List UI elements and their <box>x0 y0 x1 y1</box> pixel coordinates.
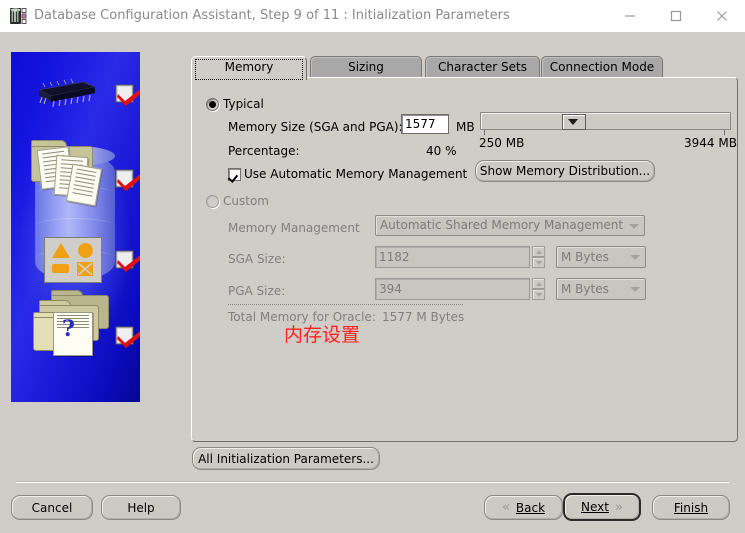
chevron-down-icon <box>629 223 639 229</box>
sga-stepper-up[interactable] <box>532 246 545 257</box>
sga-size-unit-select[interactable]: M Bytes <box>556 246 646 268</box>
total-memory-value: 1577 M Bytes <box>382 310 465 324</box>
all-initialization-parameters-label: All Initialization Parameters... <box>198 451 374 466</box>
pga-stepper-down[interactable] <box>532 289 545 300</box>
sga-size-stepper[interactable] <box>532 246 545 268</box>
step-checkmark-icon <box>115 324 140 348</box>
memory-management-label: Memory Management <box>228 221 360 235</box>
tab-character-sets[interactable]: Character Sets <box>425 56 540 79</box>
sga-size-unit-value: M Bytes <box>561 250 609 264</box>
tab-sizing-label: Sizing <box>348 60 384 74</box>
memory-size-unit-label: MB <box>456 120 475 134</box>
app-icon <box>9 7 27 25</box>
sga-size-input[interactable]: 1182 <box>375 246 530 268</box>
typical-label: Typical <box>223 97 264 111</box>
pga-size-stepper[interactable] <box>532 278 545 300</box>
percentage-label: Percentage: <box>228 144 300 158</box>
pga-size-label: PGA Size: <box>228 284 286 298</box>
memory-size-input[interactable]: 1577 <box>401 114 449 134</box>
total-memory-label: Total Memory for Oracle: <box>228 310 376 324</box>
finish-label: Finish <box>674 501 708 515</box>
tab-memory[interactable]: Memory <box>191 56 307 80</box>
footer-divider <box>16 481 729 483</box>
memory-size-slider[interactable] <box>480 112 731 130</box>
cpu-chip-icon <box>33 78 99 108</box>
slider-min-label: 250 MB <box>479 136 525 150</box>
slider-max-label: 3944 MB <box>684 136 737 150</box>
finish-label-text: Finish <box>673 500 709 515</box>
step-checkmark-icon <box>115 82 140 106</box>
minimize-button[interactable] <box>607 0 653 32</box>
back-label-text: Back <box>515 500 546 515</box>
pga-size-unit-value: M Bytes <box>561 282 609 296</box>
use-automatic-memory-management-label: Use Automatic Memory Management <box>244 167 468 181</box>
documents-stack-icon <box>29 140 107 212</box>
maximize-button[interactable] <box>653 0 699 32</box>
show-memory-distribution-button[interactable]: Show Memory Distribution... <box>475 160 655 182</box>
memory-tab-panel: Typical Memory Size (SGA and PGA): 1577 … <box>191 77 738 442</box>
close-button[interactable] <box>699 0 745 32</box>
tab-character-sets-label: Character Sets <box>437 60 527 74</box>
wizard-banner-image: ? <box>11 52 140 402</box>
show-memory-distribution-label: Show Memory Distribution... <box>479 164 651 178</box>
back-button[interactable]: « Back <box>484 495 563 520</box>
cancel-label: Cancel <box>31 500 73 515</box>
pga-size-unit-select[interactable]: M Bytes <box>556 278 646 300</box>
next-button[interactable]: Next » <box>563 493 641 521</box>
sga-size-label: SGA Size: <box>228 252 286 266</box>
memory-management-value: Automatic Shared Memory Management <box>380 218 624 232</box>
chevron-left-icon: « <box>501 500 510 515</box>
percentage-value: 40 % <box>426 144 457 158</box>
tab-sizing[interactable]: Sizing <box>310 56 422 79</box>
help-button[interactable]: Help <box>101 495 181 520</box>
chevron-down-icon <box>630 255 640 260</box>
annotation-text: 内存设置 <box>284 324 361 346</box>
chevron-right-icon: » <box>615 499 623 515</box>
separator <box>228 304 463 305</box>
question-mark-glyph: ? <box>62 316 75 342</box>
pga-stepper-up[interactable] <box>532 278 545 289</box>
custom-label: Custom <box>223 194 269 208</box>
window-title-bar: Database Configuration Assistant, Step 9… <box>0 0 745 33</box>
memory-size-slider-thumb[interactable] <box>562 114 586 130</box>
database-objects-icon <box>44 237 102 283</box>
finish-button[interactable]: Finish <box>652 495 730 520</box>
slider-min-tick <box>484 130 485 135</box>
tab-strip: Memory Sizing Character Sets Connection … <box>191 56 736 80</box>
use-automatic-memory-management-checkbox[interactable] <box>228 168 241 181</box>
help-label: Help <box>127 500 155 515</box>
back-label: Back <box>516 501 545 515</box>
next-label-text: Next <box>581 500 609 514</box>
cancel-button[interactable]: Cancel <box>11 495 93 520</box>
tab-connection-mode[interactable]: Connection Mode <box>541 56 663 79</box>
question-document-icon: ? <box>53 312 93 356</box>
tab-memory-label: Memory <box>224 60 274 74</box>
slider-max-tick <box>724 130 725 135</box>
window-title: Database Configuration Assistant, Step 9… <box>34 8 510 23</box>
memory-management-select[interactable]: Automatic Shared Memory Management <box>375 215 645 236</box>
memory-size-label: Memory Size (SGA and PGA): <box>228 120 403 134</box>
step-checkmark-icon <box>115 167 140 191</box>
next-label: Next <box>581 500 609 514</box>
custom-radio[interactable] <box>206 195 219 208</box>
typical-radio[interactable] <box>206 98 219 111</box>
pga-size-input[interactable]: 394 <box>375 278 530 300</box>
step-checkmark-icon <box>115 248 140 272</box>
sga-stepper-down[interactable] <box>532 257 545 268</box>
tab-connection-mode-label: Connection Mode <box>549 60 655 74</box>
help-folders-icon: ? <box>29 290 111 356</box>
chevron-down-icon <box>630 287 640 292</box>
all-initialization-parameters-button[interactable]: All Initialization Parameters... <box>192 447 380 470</box>
